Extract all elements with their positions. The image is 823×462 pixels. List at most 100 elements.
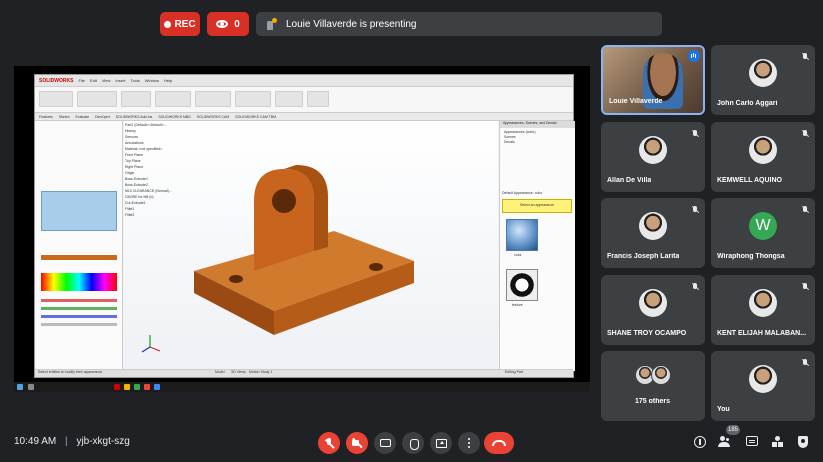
bottom-control-bar: 10:49 AM | yjb-xkgt-szg 185 <box>0 422 823 462</box>
meeting-code[interactable]: yjb-xkgt-szg <box>76 436 129 447</box>
thumbnail-label: texture <box>512 303 523 307</box>
others-count: 175 others <box>635 398 671 405</box>
menu-item[interactable]: File <box>78 78 84 83</box>
participant-tile[interactable]: W Wiraphong Thongsa <box>711 198 815 268</box>
eye-icon <box>216 20 229 28</box>
participant-tile-self[interactable]: You <box>711 351 815 421</box>
lug-hole <box>272 189 296 213</box>
app-icon[interactable] <box>124 384 130 390</box>
mic-off-icon <box>692 206 698 214</box>
participant-tile[interactable]: KEMWELL AQUINO <box>711 122 815 192</box>
status-text: Select entities to modify their appearan… <box>38 370 103 374</box>
leave-call-button[interactable] <box>484 432 514 454</box>
ribbon-button[interactable] <box>307 91 329 107</box>
command-tabs: Features Sketch Evaluate DimXpert SOLIDW… <box>35 113 573 121</box>
participant-name: You <box>717 406 730 413</box>
opacity-slider[interactable] <box>41 323 117 326</box>
chat-icon[interactable] <box>746 436 758 446</box>
start-icon[interactable] <box>17 384 23 390</box>
selected-entities-list[interactable] <box>41 191 117 231</box>
command-tab[interactable]: Evaluate <box>76 115 90 119</box>
green-slider[interactable] <box>41 307 117 310</box>
viewers-count: 0 <box>234 18 240 30</box>
people-icon[interactable] <box>718 436 730 448</box>
participant-name: KENT ELIJAH MALABAN... <box>717 330 807 337</box>
triad-axes <box>141 335 161 353</box>
shared-screen: SOLIDWORKS File Edit View Insert Tools W… <box>14 66 590 392</box>
participant-tile-others[interactable]: 175 others <box>601 351 705 421</box>
model-tab[interactable]: Motion Study 1 <box>249 370 272 374</box>
model-tab[interactable]: 3D Views <box>231 370 246 374</box>
meeting-details-icon[interactable] <box>694 436 706 448</box>
menu-item[interactable]: View <box>102 78 111 83</box>
appearance-folder[interactable]: Decals <box>504 140 571 145</box>
recording-label: REC <box>174 18 196 30</box>
ribbon-button[interactable] <box>39 91 73 107</box>
activities-icon[interactable] <box>772 436 784 448</box>
more-options-button[interactable] <box>458 432 480 454</box>
host-controls-icon[interactable] <box>798 436 808 448</box>
recording-indicator[interactable]: REC <box>160 12 200 36</box>
command-tab[interactable]: SOLIDWORKS Add-Ins <box>116 115 153 119</box>
participant-name: Allan De Villa <box>607 177 652 184</box>
participant-tile-presenter[interactable]: Louie Villaverde <box>601 45 705 115</box>
default-appearance-label: Default Appearance: color <box>502 191 543 195</box>
blue-slider[interactable] <box>41 315 117 318</box>
color-spectrum[interactable] <box>41 273 117 291</box>
ribbon-button[interactable] <box>235 91 271 107</box>
participant-name: Francis Joseph Larita <box>607 253 680 260</box>
app-icon[interactable] <box>134 384 140 390</box>
app-icon[interactable] <box>154 384 160 390</box>
model-tab[interactable]: Model <box>215 370 225 374</box>
participant-tile[interactable]: Francis Joseph Larita <box>601 198 705 268</box>
appearance-thumbnail-texture[interactable] <box>506 269 538 301</box>
microphone-toggle-button[interactable] <box>318 432 340 454</box>
participant-tile[interactable]: Allan De Villa <box>601 122 705 192</box>
present-button[interactable] <box>430 432 452 454</box>
ribbon-button[interactable] <box>155 91 191 107</box>
presenting-text: Louie Villaverde is presenting <box>286 18 417 30</box>
property-manager-panel <box>35 121 123 371</box>
ribbon-button[interactable] <box>77 91 117 107</box>
ribbon-button[interactable] <box>275 91 303 107</box>
avatar <box>749 59 777 87</box>
raise-hand-button[interactable] <box>402 432 424 454</box>
appearance-folder-list: Appearances (color) Scenes Decals <box>500 128 575 147</box>
avatar <box>749 365 777 393</box>
app-icon[interactable] <box>114 384 120 390</box>
appearance-thumbnail-color[interactable] <box>506 219 538 251</box>
participant-name: SHANE TROY OCAMPO <box>607 330 687 337</box>
command-tab[interactable]: SOLIDWORKS CAM <box>197 115 229 119</box>
live-viewers-indicator[interactable]: 0 <box>207 12 249 36</box>
app-icon[interactable] <box>144 384 150 390</box>
menu-item[interactable]: Edit <box>90 78 97 83</box>
command-tab[interactable]: SOLIDWORKS CAM TBM <box>235 115 276 119</box>
menu-item[interactable]: Help <box>164 78 172 83</box>
app-menubar: SOLIDWORKS File Edit View Insert Tools W… <box>35 75 573 87</box>
menu-item[interactable]: Window <box>145 78 159 83</box>
menu-item[interactable]: Insert <box>115 78 125 83</box>
search-icon[interactable] <box>28 384 34 390</box>
record-dot-icon <box>164 20 172 28</box>
menu-item[interactable]: Tools <box>130 78 139 83</box>
participant-name: Wiraphong Thongsa <box>717 253 785 260</box>
camera-toggle-button[interactable] <box>346 432 368 454</box>
speaking-indicator-icon <box>688 50 700 62</box>
participant-tile[interactable]: SHANE TROY OCAMPO <box>601 275 705 345</box>
tree-item[interactable]: Fillet2 <box>125 213 205 219</box>
participant-name: Louie Villaverde <box>609 98 663 105</box>
participant-tile[interactable]: KENT ELIJAH MALABAN... <box>711 275 815 345</box>
participant-tile[interactable]: John Carlo Aggari <box>711 45 815 115</box>
ribbon-button[interactable] <box>121 91 151 107</box>
command-tab[interactable]: SOLIDWORKS MBD <box>158 115 190 119</box>
ribbon-button[interactable] <box>195 91 231 107</box>
command-tab[interactable]: Features <box>39 115 53 119</box>
command-tab[interactable]: Sketch <box>59 115 70 119</box>
base-hole-left <box>229 275 243 283</box>
presenting-banner: Louie Villaverde is presenting <box>256 12 662 36</box>
status-bar: Select entities to modify their appearan… <box>35 369 573 377</box>
color-swatch[interactable] <box>41 255 117 260</box>
red-slider[interactable] <box>41 299 117 302</box>
captions-button[interactable] <box>374 432 396 454</box>
command-tab[interactable]: DimXpert <box>95 115 110 119</box>
